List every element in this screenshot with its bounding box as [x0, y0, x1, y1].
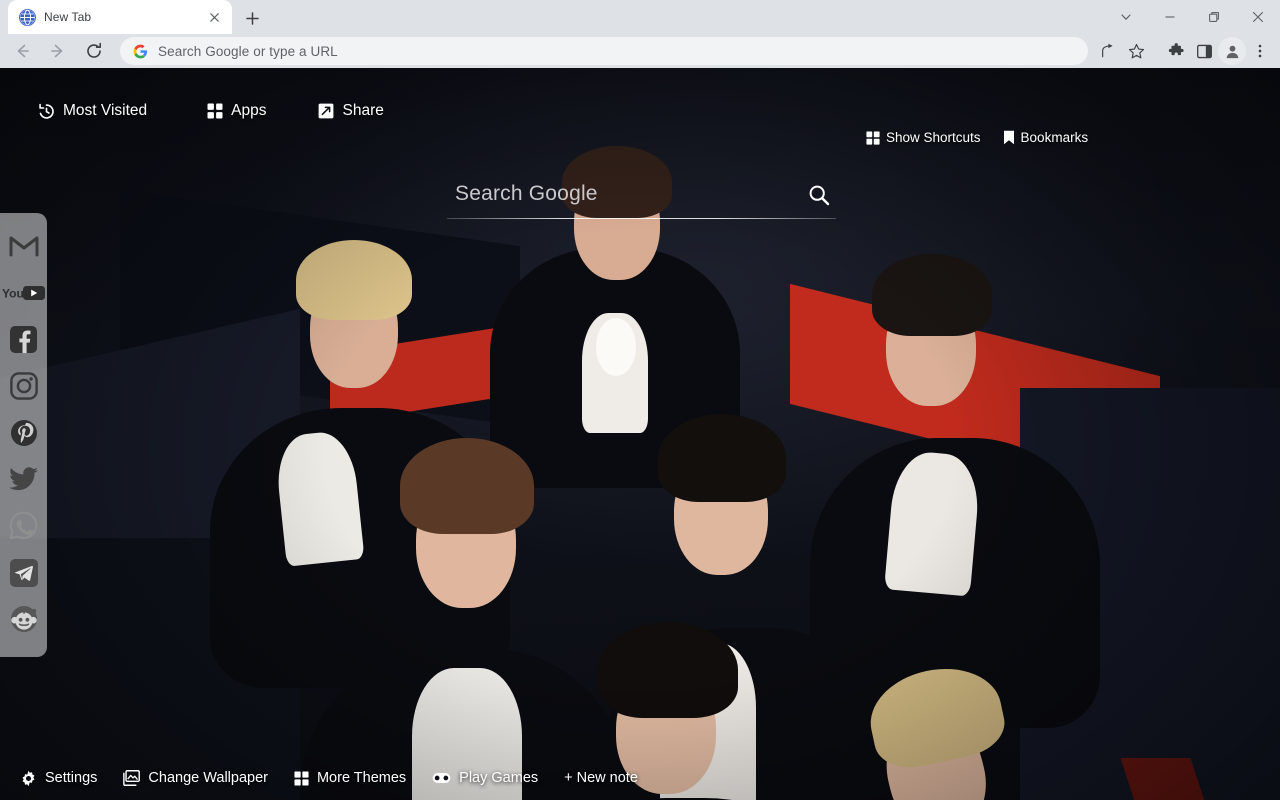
- svg-text:You: You: [2, 286, 24, 300]
- share-icon[interactable]: [1094, 37, 1122, 65]
- nav-share[interactable]: Share: [318, 102, 384, 120]
- newtab-topnav-right: Show Shortcuts Bookmarks: [866, 130, 1088, 145]
- new-tab-page: Most Visited Apps Share Show Shortcuts B…: [0, 68, 1280, 800]
- share-arrow-icon: [318, 103, 334, 119]
- images-icon: [123, 770, 141, 786]
- search-magnifier-icon[interactable]: [802, 178, 836, 212]
- social-item-twitter[interactable]: [0, 458, 47, 505]
- side-panel-icon[interactable]: [1190, 37, 1218, 65]
- bottom-change-wallpaper-label: Change Wallpaper: [148, 770, 268, 786]
- globe-icon: [19, 8, 36, 26]
- whatsapp-icon: [9, 511, 38, 545]
- pinterest-icon: [10, 419, 38, 452]
- nav-bookmarks[interactable]: Bookmarks: [1003, 130, 1089, 145]
- search-underline: [447, 218, 836, 219]
- gamepad-icon: [432, 772, 451, 784]
- social-item-reddit[interactable]: [0, 598, 47, 645]
- nav-show-shortcuts[interactable]: Show Shortcuts: [866, 130, 981, 145]
- instagram-icon: [9, 372, 38, 405]
- bottom-new-note[interactable]: + New note: [564, 770, 638, 786]
- social-shortcut-rail: You: [0, 213, 47, 657]
- close-icon[interactable]: [1236, 0, 1280, 34]
- grid-apps-icon: [207, 103, 223, 119]
- telegram-icon: [9, 558, 38, 592]
- grid-shortcuts-icon: [866, 130, 880, 145]
- newtab-topnav-left: Most Visited Apps Share: [38, 102, 384, 120]
- nav-bookmarks-label: Bookmarks: [1020, 130, 1089, 145]
- google-g-icon: [133, 44, 148, 59]
- facebook-icon: [10, 325, 37, 358]
- bottom-more-themes-label: More Themes: [316, 770, 407, 786]
- bottom-more-themes[interactable]: More Themes: [294, 770, 406, 786]
- nav-apps[interactable]: Apps: [207, 102, 266, 120]
- chevron-down-icon[interactable]: [1104, 0, 1148, 34]
- nav-show-shortcuts-label: Show Shortcuts: [886, 130, 981, 145]
- bottom-settings[interactable]: Settings: [20, 770, 97, 787]
- social-item-telegram[interactable]: [0, 552, 47, 599]
- profile-avatar-icon[interactable]: [1218, 37, 1246, 65]
- new-tab-button[interactable]: [238, 4, 266, 32]
- social-item-whatsapp[interactable]: [0, 505, 47, 552]
- maximize-icon[interactable]: [1192, 0, 1236, 34]
- nav-apps-label: Apps: [231, 102, 267, 119]
- gmail-icon: [9, 234, 39, 262]
- twitter-icon: [9, 466, 38, 497]
- browser-tab[interactable]: New Tab: [8, 0, 232, 34]
- tab-title: New Tab: [44, 10, 92, 24]
- browser-chrome: New Tab Search Google or type a URL: [0, 0, 1280, 68]
- newtab-search: [447, 178, 836, 219]
- bottom-play-games-label: Play Games: [459, 770, 539, 786]
- nav-most-visited[interactable]: Most Visited: [38, 102, 147, 120]
- search-input[interactable]: [447, 182, 802, 214]
- extensions-puzzle-icon[interactable]: [1162, 37, 1190, 65]
- forward-button[interactable]: [43, 36, 73, 66]
- window-controls: [1104, 0, 1280, 34]
- tab-strip: New Tab: [0, 0, 1280, 34]
- grid-themes-icon: [294, 770, 309, 786]
- bottom-play-games[interactable]: Play Games: [432, 770, 538, 786]
- social-item-instagram[interactable]: [0, 365, 47, 412]
- omnibox-placeholder: Search Google or type a URL: [158, 43, 338, 59]
- omnibox[interactable]: Search Google or type a URL: [120, 37, 1088, 65]
- nav-most-visited-label: Most Visited: [63, 102, 148, 119]
- three-dot-menu-icon[interactable]: [1246, 37, 1274, 65]
- reload-button[interactable]: [79, 36, 109, 66]
- minimize-icon[interactable]: [1148, 0, 1192, 34]
- reddit-icon: [10, 605, 38, 638]
- tab-close-icon[interactable]: [205, 8, 223, 26]
- newtab-top-nav: Most Visited Apps Share Show Shortcuts B…: [0, 68, 1280, 154]
- bottom-settings-label: Settings: [45, 770, 98, 786]
- history-clock-icon: [38, 103, 55, 120]
- back-button[interactable]: [7, 36, 37, 66]
- youtube-icon: You: [2, 285, 46, 306]
- bottom-change-wallpaper[interactable]: Change Wallpaper: [123, 770, 268, 786]
- gear-icon: [20, 770, 37, 787]
- bookmark-star-icon[interactable]: [1122, 37, 1150, 65]
- newtab-bottom-bar: Settings Change Wallpaper More Themes Pl…: [0, 756, 1280, 800]
- social-item-gmail[interactable]: [0, 225, 47, 272]
- browser-toolbar: Search Google or type a URL: [0, 34, 1280, 68]
- bottom-new-note-label: + New note: [564, 770, 638, 786]
- social-item-facebook[interactable]: [0, 318, 47, 365]
- social-item-pinterest[interactable]: [0, 412, 47, 459]
- nav-share-label: Share: [342, 102, 384, 119]
- bookmark-flag-icon: [1003, 130, 1015, 145]
- social-item-youtube[interactable]: You: [0, 272, 47, 319]
